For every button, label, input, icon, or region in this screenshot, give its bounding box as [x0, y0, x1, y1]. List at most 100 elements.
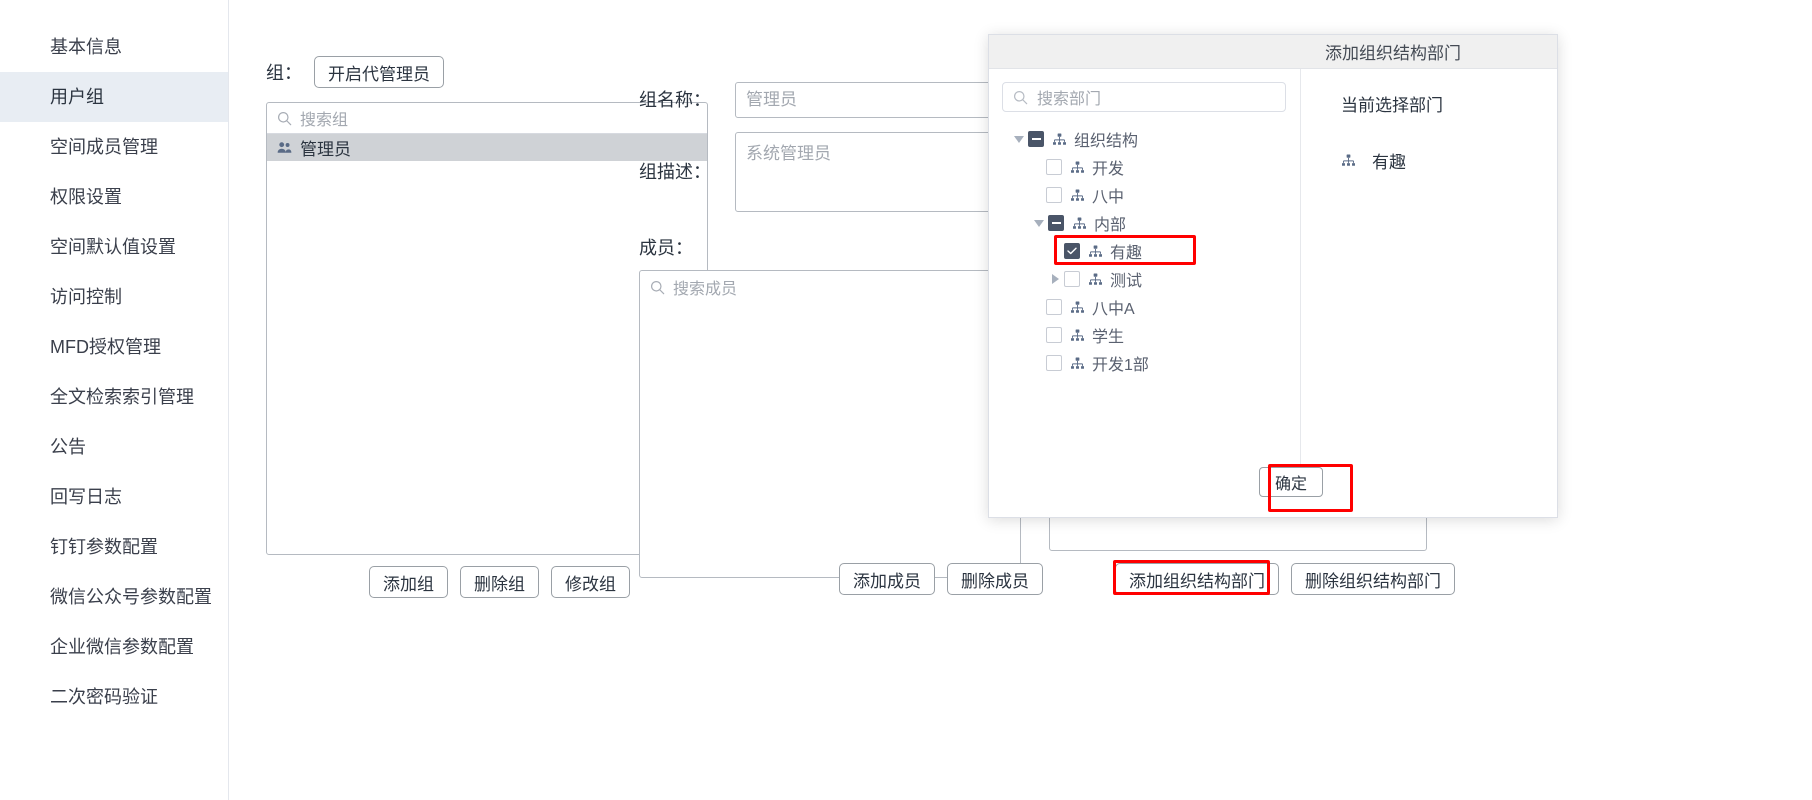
tree-checkbox[interactable]	[1064, 271, 1080, 287]
dialog-title: 添加组织结构部门	[1325, 44, 1461, 63]
tree-node-label: 测试	[1110, 273, 1143, 290]
sidebar-item-label: 钉钉参数配置	[50, 537, 158, 557]
sidebar-item-access-control[interactable]: 访问控制	[0, 272, 228, 322]
selected-department-pane: 当前选择部门 有趣	[1301, 69, 1557, 473]
sidebar-item-space-members[interactable]: 空间成员管理	[0, 122, 228, 172]
org-tree-icon	[1071, 161, 1084, 173]
tree-node-label: 组织结构	[1074, 133, 1139, 150]
tree-node-bazhong[interactable]: 八中	[1002, 181, 1286, 209]
member-action-buttons: 添加成员 删除成员	[839, 563, 1043, 595]
sidebar-item-label: 空间默认值设置	[50, 237, 176, 257]
tree-checkbox[interactable]	[1048, 215, 1064, 231]
sidebar-item-writeback-log[interactable]: 回写日志	[0, 472, 228, 522]
tree-checkbox[interactable]	[1046, 355, 1062, 371]
confirm-button[interactable]: 确定	[1259, 467, 1324, 497]
member-search-row[interactable]: 搜索成员	[640, 271, 1020, 303]
search-icon	[277, 111, 292, 125]
tree-checkbox[interactable]	[1028, 131, 1044, 147]
department-action-buttons: 添加组织结构部门 删除组织结构部门	[1115, 563, 1455, 595]
tree-checkbox[interactable]	[1046, 327, 1062, 343]
sidebar-item-space-defaults[interactable]: 空间默认值设置	[0, 222, 228, 272]
tree-checkbox[interactable]	[1064, 243, 1080, 259]
group-search-placeholder: 搜索组	[300, 112, 349, 129]
tree-node-label: 八中	[1092, 189, 1125, 206]
delete-member-button[interactable]: 删除成员	[947, 563, 1043, 595]
sidebar-item-wecom-params[interactable]: 企业微信参数配置	[0, 622, 228, 672]
modify-group-button[interactable]: 修改组	[551, 566, 630, 598]
tree-checkbox[interactable]	[1046, 299, 1062, 315]
add-member-button[interactable]: 添加成员	[839, 563, 935, 595]
sidebar-item-basic-info[interactable]: 基本信息	[0, 22, 228, 72]
org-tree-icon	[1071, 357, 1084, 369]
sidebar-item-label: 企业微信参数配置	[50, 637, 194, 657]
org-tree-icon	[1071, 189, 1084, 201]
sidebar-item-dingtalk-params[interactable]: 钉钉参数配置	[0, 522, 228, 572]
dept-search-box[interactable]: 搜索部门	[1002, 82, 1286, 112]
sidebar-item-mfd-auth[interactable]: MFD授权管理	[0, 322, 228, 372]
dialog-header: 添加组织结构部门	[989, 35, 1557, 69]
add-org-department-button[interactable]: 添加组织结构部门	[1115, 563, 1279, 595]
sidebar-item-label: 公告	[50, 437, 86, 457]
app-root: 基本信息 用户组 空间成员管理 权限设置 空间默认值设置 访问控制 MFD授权管…	[0, 0, 1812, 800]
tree-checkbox[interactable]	[1046, 187, 1062, 203]
sidebar-item-label: 权限设置	[50, 187, 122, 207]
tree-node-label: 开发1部	[1092, 357, 1149, 374]
tree-node-label: 学生	[1092, 329, 1125, 346]
tree-node-dev[interactable]: 开发	[1002, 153, 1286, 181]
sidebar: 基本信息 用户组 空间成员管理 权限设置 空间默认值设置 访问控制 MFD授权管…	[0, 0, 229, 800]
users-icon	[277, 142, 292, 153]
sidebar-item-label: 用户组	[50, 87, 104, 107]
sidebar-item-label: 空间成员管理	[50, 137, 158, 157]
tree-node-label: 八中A	[1092, 301, 1135, 318]
org-tree-icon	[1073, 217, 1086, 229]
group-desc-label: 组描述：	[639, 162, 711, 182]
chevron-right-icon[interactable]	[1046, 274, 1064, 284]
selected-department-title: 当前选择部门	[1341, 96, 1443, 115]
chevron-down-icon[interactable]	[1030, 219, 1048, 227]
tree-checkbox[interactable]	[1046, 159, 1062, 175]
search-icon	[1013, 90, 1028, 104]
sidebar-item-label: 全文检索索引管理	[50, 387, 194, 407]
delete-group-button[interactable]: 删除组	[460, 566, 539, 598]
sidebar-item-label: MFD授权管理	[50, 337, 161, 357]
tree-node-youqu[interactable]: 有趣	[1002, 235, 1286, 265]
group-name-label: 组名称：	[639, 90, 711, 110]
sidebar-item-label: 回写日志	[50, 487, 122, 507]
add-org-department-dialog: 添加组织结构部门 搜索部门 组织结构 开发 八中 内部 有趣 测试 八中A 学生…	[988, 34, 1558, 518]
tree-node-label: 内部	[1094, 217, 1127, 234]
org-tree-icon	[1053, 133, 1066, 145]
tree-node-org-structure[interactable]: 组织结构	[1002, 125, 1286, 153]
sidebar-item-label: 微信公众号参数配置	[50, 587, 212, 607]
dept-search-placeholder: 搜索部门	[1037, 91, 1102, 108]
tree-node-internal[interactable]: 内部	[1002, 209, 1286, 237]
selected-department-item: 有趣	[1341, 148, 1557, 173]
tree-node-students[interactable]: 学生	[1002, 321, 1286, 349]
group-list-item-label: 管理员	[300, 140, 351, 159]
tree-node-label: 开发	[1092, 161, 1125, 178]
sidebar-item-announcement[interactable]: 公告	[0, 422, 228, 472]
group-label: 组：	[266, 63, 302, 83]
check-icon	[1067, 247, 1077, 255]
org-tree-icon	[1071, 329, 1084, 341]
sidebar-item-label: 访问控制	[50, 287, 122, 307]
org-tree-icon	[1089, 245, 1102, 257]
sidebar-item-user-group[interactable]: 用户组	[0, 72, 228, 122]
sidebar-item-second-password[interactable]: 二次密码验证	[0, 672, 228, 722]
add-group-button[interactable]: 添加组	[369, 566, 448, 598]
dialog-footer: 确定	[1259, 467, 1324, 497]
tree-node-bazhong-a[interactable]: 八中A	[1002, 293, 1286, 321]
sidebar-item-permissions[interactable]: 权限设置	[0, 172, 228, 222]
tree-node-dev1[interactable]: 开发1部	[1002, 349, 1286, 377]
sidebar-item-label: 基本信息	[50, 37, 122, 57]
org-tree-icon	[1071, 301, 1084, 313]
sidebar-item-label: 二次密码验证	[50, 687, 158, 707]
search-icon	[650, 280, 665, 294]
enable-proxy-admin-button[interactable]: 开启代管理员	[314, 56, 444, 88]
tree-node-test[interactable]: 测试	[1002, 265, 1286, 293]
delete-org-department-button[interactable]: 删除组织结构部门	[1291, 563, 1455, 595]
tree-node-label: 有趣	[1110, 245, 1143, 262]
sidebar-item-fulltext-index[interactable]: 全文检索索引管理	[0, 372, 228, 422]
chevron-down-icon[interactable]	[1010, 135, 1028, 143]
sidebar-item-wechat-mp-params[interactable]: 微信公众号参数配置	[0, 572, 228, 622]
department-tree: 组织结构 开发 八中 内部 有趣 测试 八中A 学生 开发1部	[1002, 125, 1286, 377]
